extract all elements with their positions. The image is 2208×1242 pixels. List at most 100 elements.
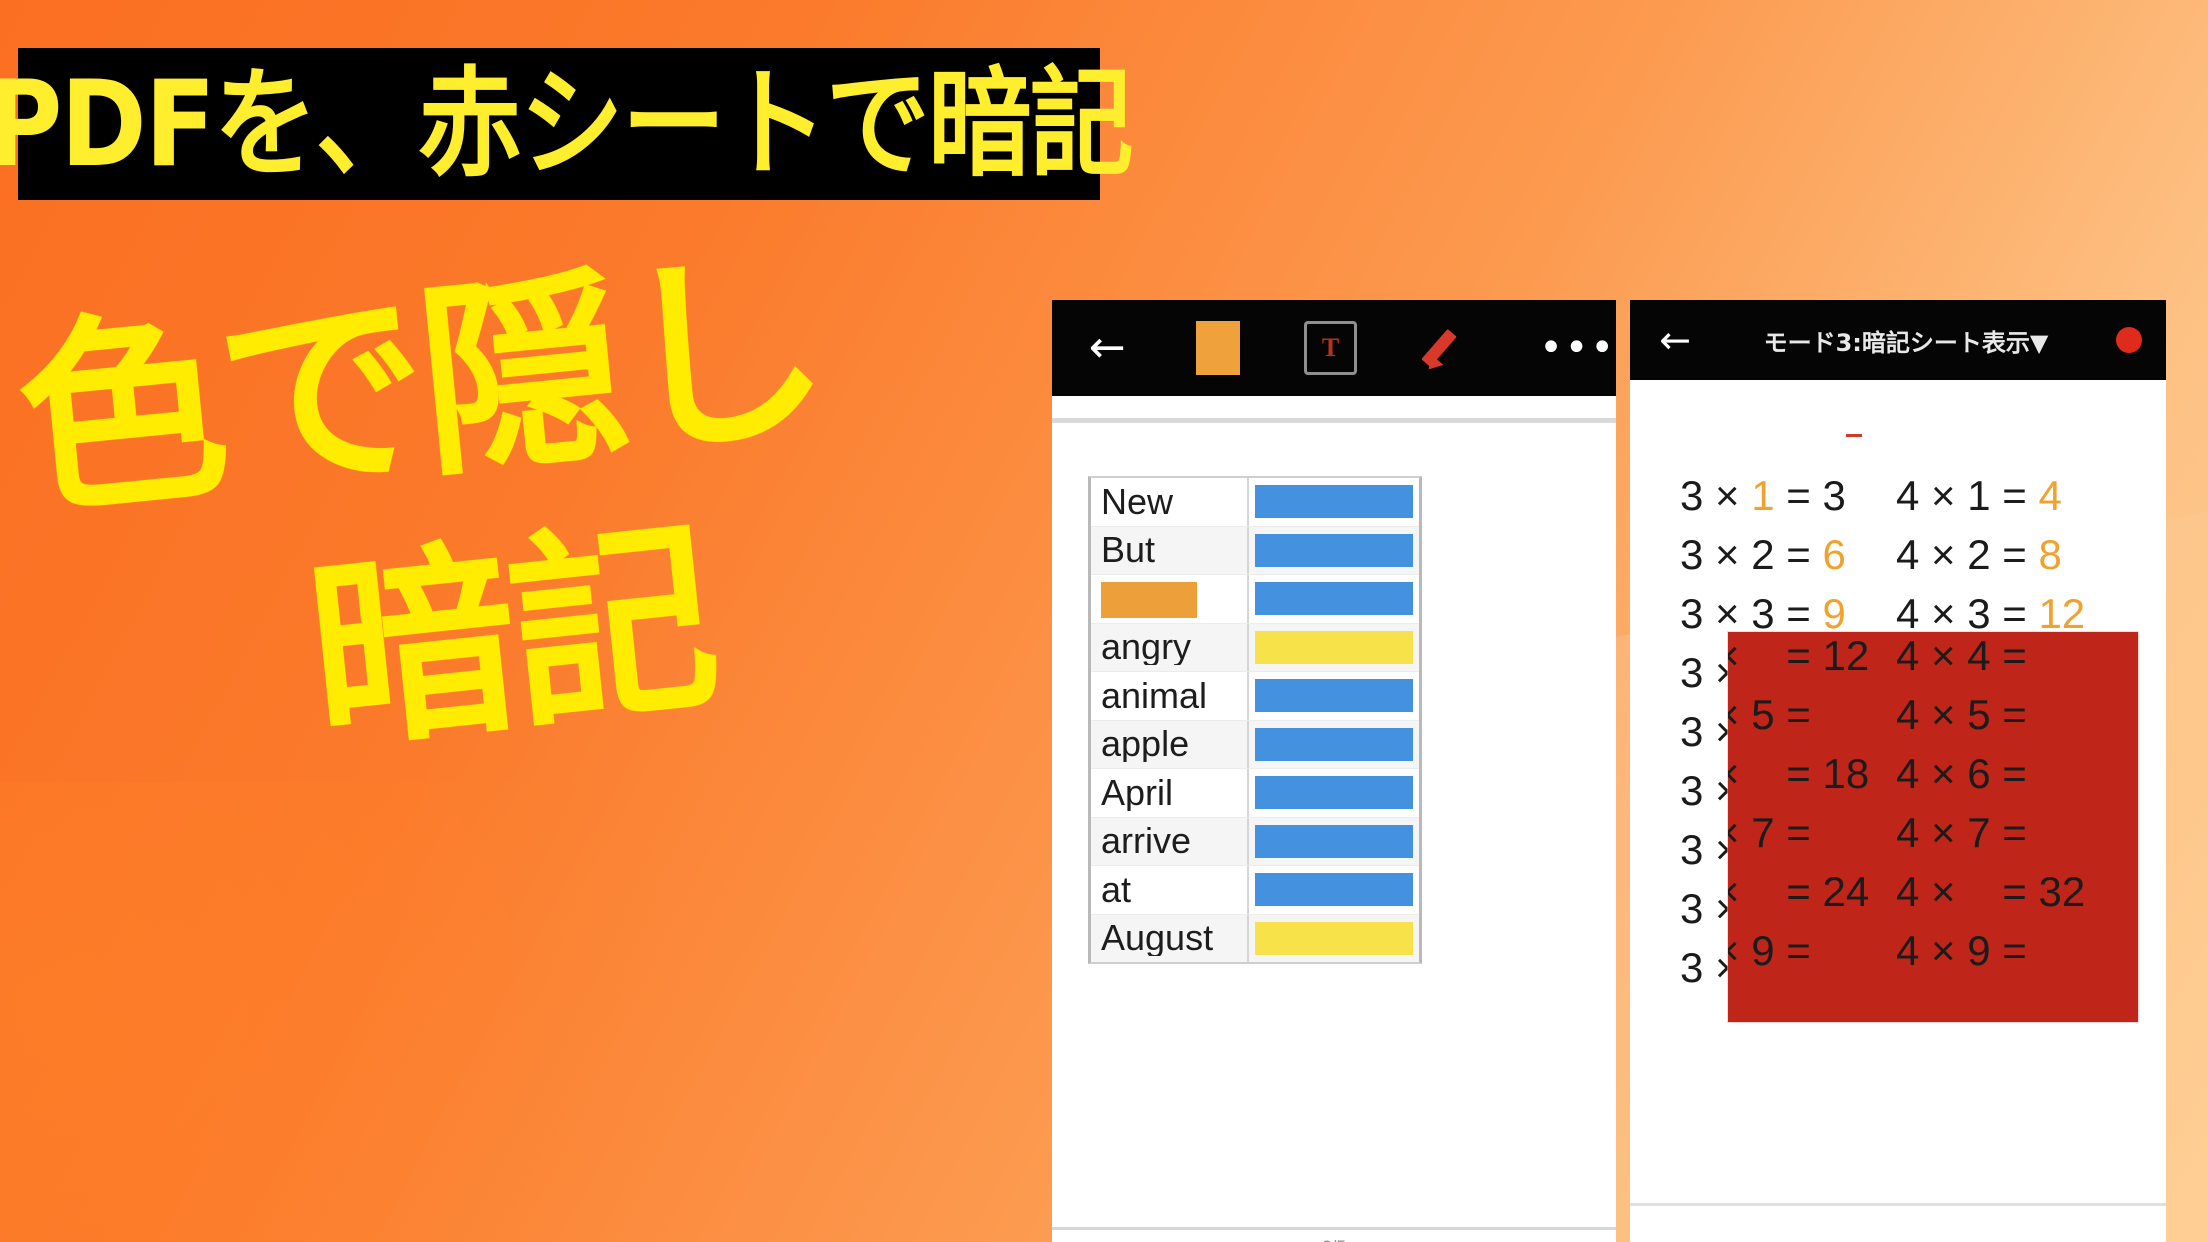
equation-right: 4 × 5 = 20	[1896, 691, 2112, 739]
column-divider	[1247, 817, 1249, 865]
poster-canvas: PDFを、赤シートで暗記 色で隠し 暗記 ← T ••• New But angry…	[0, 0, 2208, 1242]
equation-right-expr: 4 × 9 =	[1896, 927, 2039, 974]
equation-left-expr: 3 × 7 =	[1728, 809, 1811, 856]
equation-left-tail: = 24	[1774, 868, 1870, 915]
equation-left-expr: 3 × 2 =	[1680, 531, 1823, 578]
highlight-cell	[1247, 873, 1419, 907]
equation-right-expr: 4 × 5 =	[1896, 691, 2039, 738]
equation-left-expr: 3 × 5 =	[1728, 691, 1811, 738]
table-row[interactable]: angry	[1091, 623, 1419, 672]
highlight-bar	[1255, 776, 1413, 810]
table-row[interactable]	[1091, 575, 1419, 624]
masked-word-cell	[1091, 580, 1247, 618]
memo-footer-rule	[1630, 1203, 2166, 1206]
record-dot-icon[interactable]	[2115, 327, 2142, 353]
highlight-cell	[1247, 824, 1419, 858]
memo-toolbar: ← モード3:暗記シート表示▼	[1630, 300, 2166, 380]
table-row[interactable]: at	[1091, 866, 1419, 915]
highlight-bar	[1255, 533, 1413, 567]
equation-left-expr: 3 ×	[1680, 472, 1752, 519]
left-phone-screenshot: ← T ••• New But angry animal apple April arriv…	[1052, 300, 1616, 1242]
mode-selector[interactable]: モード3:暗記シート表示▼	[1764, 323, 2049, 358]
highlight-bar	[1255, 630, 1413, 664]
headline-text: PDFを、赤シートで暗記	[0, 54, 1134, 194]
equation-left: 3 × 2 = 6	[1680, 531, 1896, 579]
equation-row: 3 × 7 = 21 4 × 7 = 28	[1728, 809, 2138, 868]
red-sheet-equation-stack: 3 × 1 = 34 × 1 = 43 × 2 = 64 × 2 = 83 × …	[1728, 632, 2138, 986]
equation-right-answer: 36	[2038, 927, 2085, 974]
highlight-bar	[1255, 921, 1413, 955]
equation-left-expr: 3 × 3 =	[1680, 590, 1823, 637]
page-top-rule	[1052, 418, 1616, 423]
table-row[interactable]: animal	[1091, 672, 1419, 721]
pdf-toolbar: ← T •••	[1052, 300, 1616, 396]
word-cell: April	[1101, 774, 1174, 811]
highlight-cell	[1247, 776, 1419, 810]
table-row[interactable]: arrive	[1091, 817, 1419, 866]
overflow-menu-icon[interactable]: •••	[1539, 328, 1616, 368]
equation-left-tail: = 3	[1774, 472, 1846, 519]
word-table: New But angry animal apple April arrive at Augus…	[1088, 476, 1422, 964]
equation-right-expr: 4 × 4 =	[1896, 632, 2039, 679]
highlight-cell	[1247, 727, 1419, 761]
column-divider	[1247, 526, 1249, 574]
back-arrow-icon[interactable]: ←	[1081, 321, 1133, 375]
equation-right-expr: 4 × 2 =	[1896, 531, 2039, 578]
table-row[interactable]: April	[1091, 769, 1419, 818]
equation-right-answer: 24	[2038, 750, 2085, 797]
word-cell: August	[1101, 920, 1214, 957]
column-divider	[1247, 866, 1249, 914]
word-cell: New	[1101, 483, 1174, 520]
table-row[interactable]: apple	[1091, 720, 1419, 769]
equation-row: 3 × 6 = 184 × 6 = 24	[1728, 750, 2138, 809]
equation-left: 3 × 4 = 12	[1728, 632, 1896, 680]
table-row[interactable]: New	[1091, 478, 1419, 527]
equation-left: 3 × 8 = 24	[1728, 868, 1896, 916]
headline-banner: PDFを、赤シートで暗記	[0, 48, 1134, 200]
equation-right-expr: 4 × 1 =	[1896, 472, 2039, 519]
column-divider	[1247, 914, 1249, 962]
equation-right-expr: 4 × 3 =	[1896, 590, 2039, 637]
equation-left-answer: 27	[1822, 927, 1869, 974]
highlight-cell	[1247, 679, 1419, 713]
page-indicator: 2/5	[1322, 1237, 1346, 1242]
table-row[interactable]: But	[1091, 526, 1419, 575]
equation-left-answer: 21	[1822, 809, 1869, 856]
highlight-bar	[1255, 679, 1413, 713]
pencil-icon[interactable]	[1421, 322, 1471, 375]
word-cell: apple	[1101, 726, 1190, 763]
highlight-cell	[1247, 533, 1419, 567]
equation-right-answer: 4	[2038, 472, 2062, 519]
equation-left-answer: 8	[1751, 868, 1774, 915]
equation-right-answer: 28	[2038, 809, 2085, 856]
memo-sheet-page: 3 × 1 = 34 × 1 = 43 × 2 = 64 × 2 = 83 × …	[1630, 380, 2166, 1242]
equation-right-expr: 4 × 7 =	[1896, 809, 2039, 856]
equation-row: 3 × 2 = 64 × 2 = 8	[1680, 531, 2120, 590]
pdf-page: New But angry animal apple April arrive at Augus…	[1052, 418, 1616, 1242]
word-cell: at	[1101, 871, 1132, 908]
highlight-cell	[1247, 485, 1419, 519]
pdf-page-footer: 2/5	[1052, 1227, 1616, 1242]
slogan-line-2: 暗記	[298, 497, 724, 779]
column-divider	[1247, 769, 1249, 817]
equation-right: 4 × 3 = 12	[1896, 590, 2112, 638]
highlight-cell	[1247, 921, 1419, 955]
highlight-bar	[1255, 727, 1413, 761]
red-memorization-sheet[interactable]: 3 × 1 = 34 × 1 = 43 × 2 = 64 × 2 = 83 × …	[1728, 632, 2138, 1022]
equation-row: 3 × 5 = 54 × 5 = 20	[1728, 691, 2138, 750]
highlight-cell	[1247, 582, 1419, 616]
equation-right-answer: 8	[1967, 868, 1990, 915]
equation-left-expr: 3 × 9 =	[1728, 927, 1811, 974]
highlight-color-swatch[interactable]	[1195, 321, 1241, 375]
equation-left-tail: = 18	[1774, 750, 1870, 797]
equation-left-answer: 6	[1822, 531, 1846, 578]
equation-right: 4 × 2 = 8	[1896, 531, 2112, 579]
equation-left-answer: 9	[1822, 590, 1846, 637]
text-tool-icon[interactable]: T	[1304, 321, 1357, 375]
equation-right-tail: = 32	[1990, 868, 2086, 915]
column-divider	[1247, 720, 1249, 768]
equation-left-expr: 3 ×	[1728, 750, 1751, 797]
red-sheet-masked-text: 3 × 1 = 34 × 1 = 43 × 2 = 64 × 2 = 83 × …	[1728, 632, 2138, 1022]
table-row[interactable]: August	[1091, 914, 1419, 962]
back-arrow-icon[interactable]: ←	[1654, 319, 1696, 361]
